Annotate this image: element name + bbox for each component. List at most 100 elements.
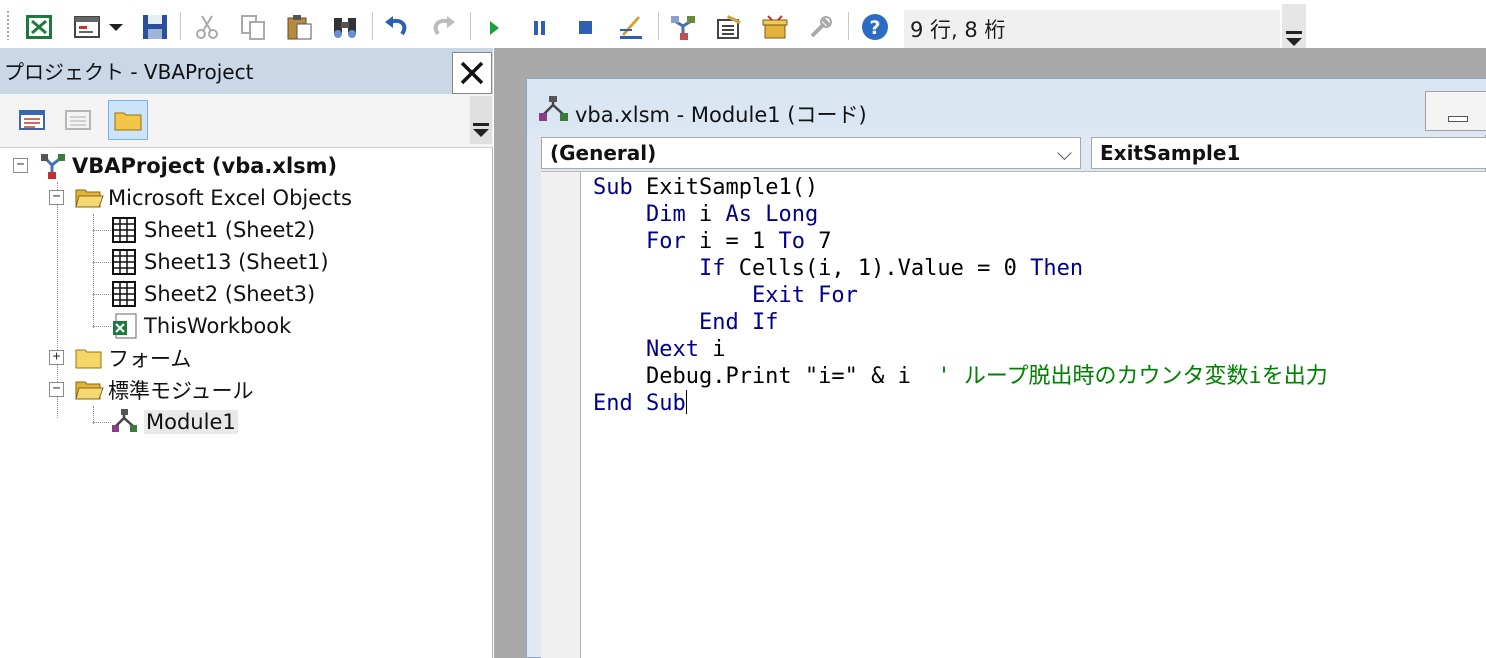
close-button[interactable] — [452, 52, 492, 94]
view-object-button[interactable] — [58, 100, 98, 140]
project-explorer-button[interactable] — [666, 10, 700, 44]
code-line[interactable]: End Sub — [593, 390, 1328, 417]
code-keyword: To — [778, 229, 805, 254]
tree-connector — [93, 422, 111, 423]
project-toolbar-options-button[interactable] — [470, 96, 492, 144]
code-keyword: End If — [698, 310, 779, 335]
code-keyword: As Long — [725, 202, 819, 227]
code-window-titlebar[interactable]: vba.xlsm - Module1 (コード) — [527, 79, 1486, 135]
code-token: i — [698, 337, 726, 362]
tree-node-label: フォーム — [108, 347, 192, 371]
tree-node-module1[interactable]: Module1 — [110, 406, 238, 438]
tree-node-sheet1[interactable]: Sheet1 (Sheet2) — [110, 214, 315, 246]
save-button[interactable] — [138, 10, 172, 44]
redo-button[interactable] — [426, 10, 460, 44]
toolbar-separator — [848, 12, 849, 40]
insert-dropdown-arrow[interactable] — [106, 10, 126, 44]
view-code-button[interactable] — [12, 100, 52, 140]
collapse-toggle[interactable]: − — [13, 158, 28, 173]
code-line[interactable]: Next i — [593, 336, 1328, 363]
toolbar-grip[interactable] — [6, 10, 10, 40]
code-token: ExitSample1() — [632, 175, 819, 200]
vbaproject-icon — [38, 151, 68, 181]
help-button[interactable]: ? — [858, 10, 892, 44]
close-icon — [460, 61, 484, 85]
code-line[interactable]: End If — [593, 309, 1328, 336]
tree-node-sheet2[interactable]: Sheet2 (Sheet3) — [110, 278, 315, 310]
project-explorer-pane: プロジェクト - VBAProject − VBAProject (vba.xl… — [0, 48, 493, 658]
code-token: Cells(i, 1).Value = 0 — [725, 256, 1031, 281]
help-icon: ? — [862, 14, 888, 40]
code-keyword: End Sub — [593, 391, 686, 416]
paste-button[interactable] — [282, 10, 316, 44]
properties-window-button[interactable] — [712, 10, 746, 44]
tree-node-thisworkbook[interactable]: ThisWorkbook — [110, 310, 291, 342]
code-token: i — [685, 202, 726, 227]
tree-node-project[interactable]: VBAProject (vba.xlsm) — [38, 150, 337, 182]
cut-button[interactable] — [190, 10, 224, 44]
design-mode-button[interactable] — [614, 10, 648, 44]
tree-connector — [93, 262, 111, 263]
code-token: 7 — [804, 229, 832, 254]
tree-node-excel-objects[interactable]: Microsoft Excel Objects — [74, 182, 352, 214]
margin-indicator-bar[interactable] — [541, 172, 581, 658]
find-button[interactable] — [328, 10, 362, 44]
project-pane-title: プロジェクト - VBAProject — [4, 60, 254, 84]
sheet-icon — [110, 215, 140, 245]
mdi-workspace: vba.xlsm - Module1 (コード) (General) ⌵ Exi… — [494, 48, 1486, 658]
tree-node-sheet13[interactable]: Sheet13 (Sheet1) — [110, 246, 329, 278]
code-token: Debug.Print "i=" & i — [593, 364, 938, 389]
project-pane-toolbar — [0, 94, 493, 148]
toolbar-separator — [658, 12, 659, 40]
minimize-icon — [1448, 116, 1468, 122]
view-excel-button[interactable] — [22, 10, 56, 44]
expand-toggle[interactable]: + — [49, 350, 64, 365]
reset-button[interactable] — [568, 10, 602, 44]
collapse-toggle[interactable]: − — [49, 382, 64, 397]
code-keyword: Next — [645, 337, 699, 362]
cursor-position-display: 9 行, 8 桁 — [904, 10, 1280, 50]
code-line[interactable]: For i = 1 To 7 — [593, 228, 1328, 255]
code-line[interactable]: Dim i As Long — [593, 201, 1328, 228]
object-dropdown-value: (General) — [550, 141, 657, 165]
toolbar-separator — [180, 12, 181, 40]
chevron-down-icon — [473, 129, 489, 137]
collapse-toggle[interactable]: − — [49, 190, 64, 205]
chevron-down-icon: ⌵ — [1056, 141, 1072, 165]
copy-button[interactable] — [236, 10, 270, 44]
run-button[interactable] — [476, 10, 510, 44]
object-browser-button[interactable] — [758, 10, 792, 44]
minimize-button[interactable] — [1425, 91, 1486, 131]
code-window-title: vba.xlsm - Module1 (コード) — [575, 103, 867, 127]
sheet-icon — [110, 279, 140, 309]
toolbar-separator — [372, 12, 373, 40]
code-token: i = 1 — [685, 229, 779, 254]
undo-button[interactable] — [380, 10, 414, 44]
toolbar-options-button[interactable] — [1282, 4, 1306, 50]
procedure-dropdown[interactable]: ExitSample1 — [1091, 137, 1486, 169]
toolbox-button[interactable] — [804, 10, 838, 44]
code-line[interactable]: Exit For — [593, 282, 1328, 309]
tree-node-modules[interactable]: 標準モジュール — [74, 374, 254, 406]
code-text[interactable]: Sub ExitSample1() Dim i As Long For i = … — [593, 174, 1328, 417]
code-keyword: Dim — [645, 202, 686, 227]
break-button[interactable] — [522, 10, 556, 44]
code-line[interactable]: If Cells(i, 1).Value = 0 Then — [593, 255, 1328, 282]
tree-node-label: ThisWorkbook — [144, 314, 292, 338]
code-editor[interactable]: Sub ExitSample1() Dim i As Long For i = … — [541, 171, 1486, 658]
excel-icon — [26, 15, 52, 39]
tree-connector — [93, 326, 111, 327]
insert-userform-button[interactable] — [70, 10, 104, 44]
tree-node-forms[interactable]: フォーム — [74, 342, 191, 374]
folder-icon — [114, 112, 142, 131]
properties-icon — [717, 15, 741, 39]
toggle-folders-button[interactable] — [108, 100, 148, 140]
object-dropdown[interactable]: (General) ⌵ — [541, 137, 1081, 169]
code-line[interactable]: Debug.Print "i=" & i ' ループ脱出時のカウンタ変数iを出力 — [593, 363, 1328, 390]
design-mode-icon — [620, 16, 642, 39]
code-line[interactable]: Sub ExitSample1() — [593, 174, 1328, 201]
object-browser-icon — [762, 15, 788, 39]
